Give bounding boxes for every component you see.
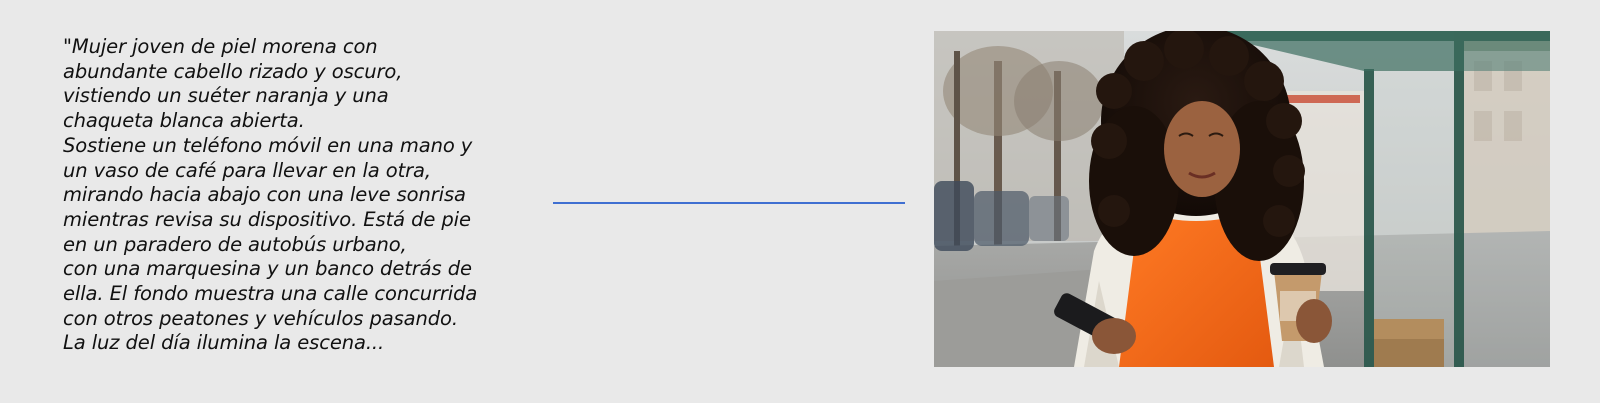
caption-line: ella. El fondo muestra una calle concurr… bbox=[63, 282, 478, 306]
image-caption: "Mujer joven de piel morena con abundant… bbox=[63, 35, 533, 356]
caption-line: "Mujer joven de piel morena con bbox=[63, 35, 378, 58]
caption-line: Sostiene un teléfono móvil en una mano y bbox=[63, 133, 473, 157]
caption-line: un vaso de café para llevar en la otra, bbox=[63, 158, 431, 182]
caption-line: mientras revisa su dispositivo. Está de … bbox=[63, 207, 471, 231]
caption-line: vistiendo un suéter naranja y una bbox=[63, 84, 389, 108]
caption-line: en un paradero de autobús urbano, bbox=[63, 232, 407, 256]
woman-at-bus-stop-photo bbox=[934, 31, 1550, 367]
page-canvas: "Mujer joven de piel morena con abundant… bbox=[0, 0, 1600, 403]
caption-line: con una marquesina y un banco detrás de bbox=[63, 257, 472, 281]
caption-line: chaqueta blanca abierta. bbox=[63, 109, 305, 133]
caption-line: abundante cabello rizado y oscuro, bbox=[63, 59, 403, 83]
caption-line: mirando hacia abajo con una leve sonrisa bbox=[63, 183, 466, 207]
connector-line bbox=[553, 202, 905, 204]
caption-line: con otros peatones y vehículos pasando. bbox=[63, 306, 458, 330]
caption-line: La luz del día ilumina la escena... bbox=[63, 331, 385, 355]
